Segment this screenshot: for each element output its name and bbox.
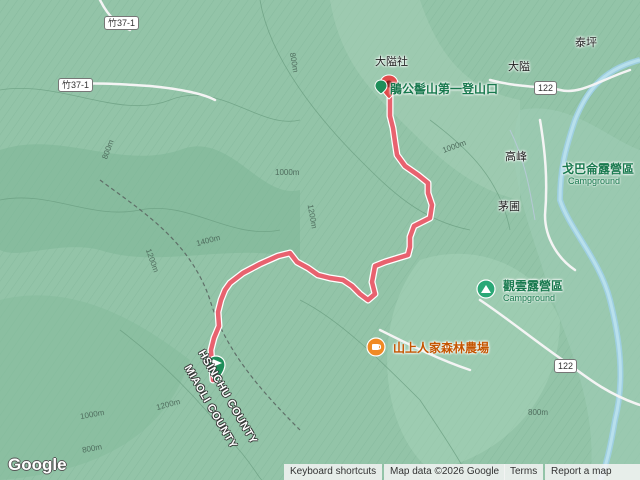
report-error-link[interactable]: Report a map error [545, 464, 640, 480]
road-shield-122-top: 122 [534, 81, 558, 95]
place-label-village: 大隘社 [375, 56, 408, 68]
river-campground-label[interactable]: 戈巴侖露營區 [562, 160, 634, 177]
farm-label[interactable]: 山上人家森林農場 [393, 339, 489, 356]
contour-label: 1000m [275, 168, 300, 177]
place-label-dai: 大隘 [508, 61, 530, 73]
place-label-taiping: 泰坪 [575, 37, 597, 49]
contour-label: 800m [528, 408, 549, 417]
place-label-gaofeng: 高峰 [505, 151, 527, 163]
trailhead-label[interactable]: 鵑公髻山第一登山口 [390, 80, 498, 97]
ridge-campground-label[interactable]: 觀雲露營區 [503, 277, 563, 294]
map-canvas[interactable]: 竹37-1 竹37-1 122 122 大隘社 大隘 泰坪 高峰 茅圃 鵑公髻山… [0, 0, 640, 480]
road-shield-zhu37-1-top: 竹37-1 [104, 16, 140, 30]
camping-icon[interactable] [476, 279, 496, 299]
trailhead-poi-icon [374, 79, 388, 95]
river-campground-sub: Campground [568, 176, 621, 186]
ridge-campground-sub: Campground [503, 293, 556, 303]
place-label-maoyuan: 茅圃 [498, 201, 520, 213]
road-shield-zhu37-1-left: 竹37-1 [58, 78, 94, 92]
road-shield-122-bottom: 122 [554, 359, 578, 373]
google-logo: Google [8, 455, 67, 474]
map-data-attribution: Map data ©2026 Google [384, 464, 506, 480]
keyboard-shortcuts-link[interactable]: Keyboard shortcuts [284, 464, 383, 480]
terms-link[interactable]: Terms [504, 464, 544, 480]
restaurant-icon[interactable] [366, 337, 386, 357]
